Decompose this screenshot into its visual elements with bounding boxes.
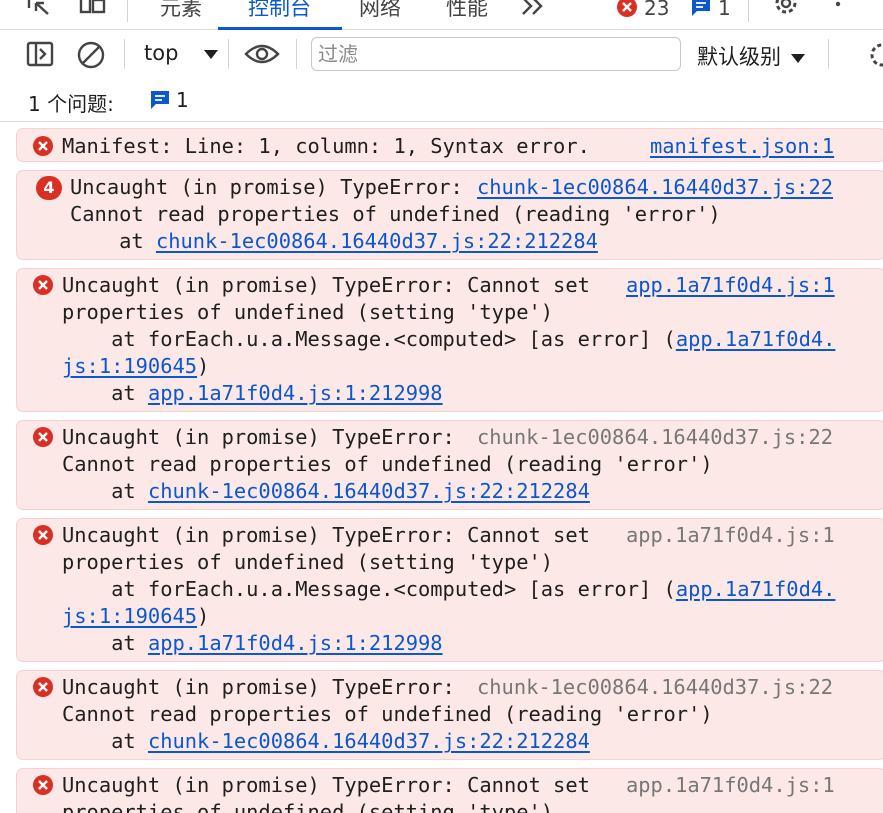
tab-elements[interactable]: 元素 xyxy=(160,0,202,28)
repeat-count-badge: 4 xyxy=(36,176,62,200)
message-count[interactable]: 1 xyxy=(718,0,731,28)
message-line: at chunk-1ec00864.16440d37.js:22:212284 xyxy=(62,728,883,755)
stack-trace-link[interactable]: app.1a71f0d4.js:1:212998 xyxy=(148,381,443,405)
message-source-link[interactable]: chunk-1ec00864.16440d37.js:22 xyxy=(477,424,833,451)
message-line: properties of undefined (setting 'type') xyxy=(62,799,883,813)
message-text: Uncaught (in promise) TypeError: xyxy=(62,675,468,699)
inspect-element-icon[interactable] xyxy=(26,0,52,18)
message-source-link[interactable]: manifest.json:1 xyxy=(650,133,834,160)
message-line: js:1:190645) xyxy=(62,603,883,630)
message-line: at forEach.u.a.Message.<computed> [as er… xyxy=(62,326,883,353)
message-text: Uncaught (in promise) TypeError: xyxy=(70,175,476,199)
message-text: Cannot read properties of undefined (rea… xyxy=(62,452,713,476)
error-icon xyxy=(33,775,53,795)
message-text: Uncaught (in promise) TypeError: Cannot … xyxy=(62,773,590,797)
stack-trace-link[interactable]: js:1:190645 xyxy=(62,354,197,378)
context-selector-value: top xyxy=(144,41,179,65)
error-count-icon[interactable] xyxy=(616,0,638,18)
message-text: at xyxy=(70,229,156,253)
dropdown-caret-icon xyxy=(204,50,219,59)
message-line: at forEach.u.a.Message.<computed> [as er… xyxy=(62,576,883,603)
console-error-message[interactable]: 4 Uncaught (in promise) TypeError: Cannot… xyxy=(16,170,883,260)
log-level-selector[interactable]: 默认级别 xyxy=(697,41,806,71)
more-tabs-chevron-icon[interactable] xyxy=(520,0,546,18)
console-error-message[interactable]: Manifest: Line: 1, column: 1, Syntax err… xyxy=(16,128,883,162)
message-line: js:1:190645) xyxy=(62,353,883,380)
stack-trace-link[interactable]: chunk-1ec00864.16440d37.js:22:212284 xyxy=(156,229,598,253)
stack-trace-link[interactable]: app.1a71f0d4. xyxy=(676,577,836,601)
message-text: Uncaught (in promise) TypeError: Cannot … xyxy=(62,273,590,297)
filter-input-box[interactable] xyxy=(311,37,681,71)
console-toolbar: top 默认级别 xyxy=(0,31,883,77)
stack-trace-link[interactable]: chunk-1ec00864.16440d37.js:22:212284 xyxy=(148,729,590,753)
message-text: Uncaught (in promise) TypeError: Cannot … xyxy=(62,523,590,547)
log-level-value: 默认级别 xyxy=(697,45,781,69)
filter-input[interactable] xyxy=(312,38,680,70)
more-options-icon[interactable] xyxy=(828,0,848,18)
message-line: Cannot read properties of undefined (rea… xyxy=(70,201,883,228)
message-line: properties of undefined (setting 'type') xyxy=(62,299,883,326)
message-line: at app.1a71f0d4.js:1:212998 xyxy=(62,380,883,407)
live-expression-eye-icon[interactable] xyxy=(244,42,280,66)
message-text: properties of undefined (setting 'type') xyxy=(62,800,554,813)
message-line: Cannot read properties of undefined (rea… xyxy=(62,451,883,478)
device-toolbar-icon[interactable] xyxy=(78,0,108,18)
message-text: at xyxy=(62,729,148,753)
console-error-message[interactable]: Uncaught (in promise) TypeError: Cannot … xyxy=(16,518,883,662)
stack-trace-link[interactable]: app.1a71f0d4. xyxy=(676,327,836,351)
message-text: Cannot read properties of undefined (rea… xyxy=(62,702,713,726)
message-text: Cannot read properties of undefined (rea… xyxy=(70,202,721,226)
message-source-link[interactable]: chunk-1ec00864.16440d37.js:22 xyxy=(477,674,833,701)
console-error-message[interactable]: Uncaught (in promise) TypeError: Cannot … xyxy=(16,768,883,813)
stack-trace-link[interactable]: app.1a71f0d4.js:1:212998 xyxy=(148,631,443,655)
tab-network[interactable]: 网络 xyxy=(359,0,401,28)
message-text: at xyxy=(62,479,148,503)
active-tab-indicator xyxy=(218,27,342,30)
sidebar-toggle-icon[interactable] xyxy=(26,41,54,67)
message-line: at app.1a71f0d4.js:1:212998 xyxy=(62,630,883,657)
message-text: at forEach.u.a.Message.<computed> [as er… xyxy=(62,577,676,601)
message-line: Cannot read properties of undefined (rea… xyxy=(62,701,883,728)
issue-message-icon xyxy=(151,91,169,109)
message-text: at xyxy=(62,381,148,405)
message-source-link[interactable]: app.1a71f0d4.js:1 xyxy=(626,772,835,799)
stack-trace-link[interactable]: chunk-1ec00864.16440d37.js:22:212284 xyxy=(148,479,590,503)
message-text: ) xyxy=(197,354,210,378)
issues-bar[interactable]: 1 个问题: 1 xyxy=(0,78,883,122)
message-line: properties of undefined (setting 'type') xyxy=(62,549,883,576)
message-line: at chunk-1ec00864.16440d37.js:22:212284 xyxy=(70,228,883,255)
tab-console[interactable]: 控制台 xyxy=(248,0,311,28)
message-text: Manifest: Line: 1, column: 1, Syntax err… xyxy=(62,134,590,158)
dropdown-caret-icon xyxy=(790,54,805,63)
message-text: Uncaught (in promise) TypeError: xyxy=(62,425,468,449)
stack-trace-link[interactable]: js:1:190645 xyxy=(62,604,197,628)
console-settings-icon[interactable] xyxy=(868,41,883,69)
clear-console-icon[interactable] xyxy=(77,41,105,69)
error-count[interactable]: 23 xyxy=(644,0,669,28)
console-error-message[interactable]: Uncaught (in promise) TypeError: Cannot … xyxy=(16,268,883,412)
console-error-message[interactable]: Uncaught (in promise) TypeError: Cannot … xyxy=(16,420,883,510)
message-source-link[interactable]: chunk-1ec00864.16440d37.js:22 xyxy=(477,174,833,201)
error-icon xyxy=(33,677,53,697)
error-icon xyxy=(33,136,53,156)
message-count-icon[interactable] xyxy=(690,0,712,18)
error-icon xyxy=(33,275,53,295)
issues-count: 1 xyxy=(176,88,189,112)
error-icon xyxy=(33,525,53,545)
context-selector[interactable]: top xyxy=(144,41,219,65)
message-text: ) xyxy=(197,604,210,628)
message-text: at forEach.u.a.Message.<computed> [as er… xyxy=(62,327,676,351)
message-text: properties of undefined (setting 'type') xyxy=(62,300,554,324)
message-line: at chunk-1ec00864.16440d37.js:22:212284 xyxy=(62,478,883,505)
console-error-message[interactable]: Uncaught (in promise) TypeError: Cannot … xyxy=(16,670,883,760)
message-source-link[interactable]: app.1a71f0d4.js:1 xyxy=(626,522,835,549)
message-source-link[interactable]: app.1a71f0d4.js:1 xyxy=(626,272,835,299)
settings-gear-icon[interactable] xyxy=(772,0,800,18)
tab-performance[interactable]: 性能 xyxy=(446,0,488,28)
issues-label: 1 个问题: xyxy=(28,92,114,116)
devtools-tab-bar: 元素 控制台 网络 性能 23 1 xyxy=(0,0,883,30)
message-text: at xyxy=(62,631,148,655)
message-text: properties of undefined (setting 'type') xyxy=(62,550,554,574)
error-icon xyxy=(33,427,53,447)
